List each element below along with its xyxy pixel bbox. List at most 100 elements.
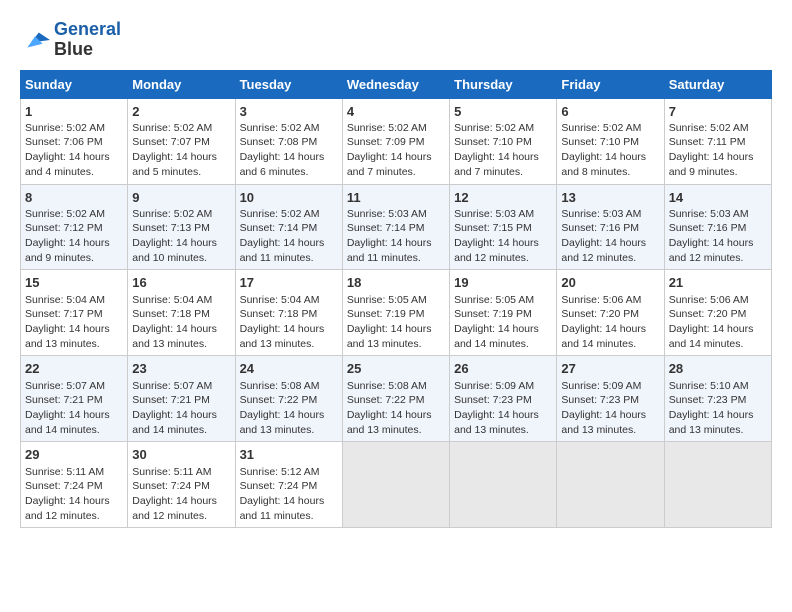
day-info: Sunrise: 5:02 AMSunset: 7:14 PMDaylight:… [240, 207, 338, 266]
week-row-5: 29Sunrise: 5:11 AMSunset: 7:24 PMDayligh… [21, 442, 772, 528]
day-info: Sunrise: 5:05 AMSunset: 7:19 PMDaylight:… [454, 293, 552, 352]
day-cell: 31Sunrise: 5:12 AMSunset: 7:24 PMDayligh… [235, 442, 342, 528]
day-number: 1 [25, 103, 123, 121]
day-info: Sunrise: 5:02 AMSunset: 7:07 PMDaylight:… [132, 121, 230, 180]
day-cell: 12Sunrise: 5:03 AMSunset: 7:15 PMDayligh… [450, 184, 557, 270]
logo-icon [20, 25, 50, 55]
day-info: Sunrise: 5:07 AMSunset: 7:21 PMDaylight:… [132, 379, 230, 438]
day-info: Sunrise: 5:02 AMSunset: 7:10 PMDaylight:… [561, 121, 659, 180]
header-cell-saturday: Saturday [664, 70, 771, 98]
day-number: 26 [454, 360, 552, 378]
day-cell: 17Sunrise: 5:04 AMSunset: 7:18 PMDayligh… [235, 270, 342, 356]
day-number: 3 [240, 103, 338, 121]
week-row-3: 15Sunrise: 5:04 AMSunset: 7:17 PMDayligh… [21, 270, 772, 356]
day-info: Sunrise: 5:02 AMSunset: 7:12 PMDaylight:… [25, 207, 123, 266]
calendar-table: SundayMondayTuesdayWednesdayThursdayFrid… [20, 70, 772, 529]
header-cell-monday: Monday [128, 70, 235, 98]
day-cell [557, 442, 664, 528]
day-cell: 18Sunrise: 5:05 AMSunset: 7:19 PMDayligh… [342, 270, 449, 356]
day-info: Sunrise: 5:06 AMSunset: 7:20 PMDaylight:… [669, 293, 767, 352]
day-cell: 27Sunrise: 5:09 AMSunset: 7:23 PMDayligh… [557, 356, 664, 442]
day-cell [664, 442, 771, 528]
day-info: Sunrise: 5:12 AMSunset: 7:24 PMDaylight:… [240, 465, 338, 524]
day-cell: 28Sunrise: 5:10 AMSunset: 7:23 PMDayligh… [664, 356, 771, 442]
day-cell: 29Sunrise: 5:11 AMSunset: 7:24 PMDayligh… [21, 442, 128, 528]
day-number: 31 [240, 446, 338, 464]
day-info: Sunrise: 5:08 AMSunset: 7:22 PMDaylight:… [347, 379, 445, 438]
day-info: Sunrise: 5:09 AMSunset: 7:23 PMDaylight:… [454, 379, 552, 438]
day-info: Sunrise: 5:11 AMSunset: 7:24 PMDaylight:… [132, 465, 230, 524]
header-cell-friday: Friday [557, 70, 664, 98]
day-cell: 3Sunrise: 5:02 AMSunset: 7:08 PMDaylight… [235, 98, 342, 184]
day-info: Sunrise: 5:02 AMSunset: 7:13 PMDaylight:… [132, 207, 230, 266]
day-cell: 30Sunrise: 5:11 AMSunset: 7:24 PMDayligh… [128, 442, 235, 528]
day-number: 24 [240, 360, 338, 378]
day-number: 27 [561, 360, 659, 378]
day-number: 25 [347, 360, 445, 378]
day-cell: 8Sunrise: 5:02 AMSunset: 7:12 PMDaylight… [21, 184, 128, 270]
calendar-body: 1Sunrise: 5:02 AMSunset: 7:06 PMDaylight… [21, 98, 772, 528]
day-number: 20 [561, 274, 659, 292]
day-info: Sunrise: 5:04 AMSunset: 7:18 PMDaylight:… [240, 293, 338, 352]
day-info: Sunrise: 5:06 AMSunset: 7:20 PMDaylight:… [561, 293, 659, 352]
day-info: Sunrise: 5:09 AMSunset: 7:23 PMDaylight:… [561, 379, 659, 438]
day-cell: 5Sunrise: 5:02 AMSunset: 7:10 PMDaylight… [450, 98, 557, 184]
day-number: 15 [25, 274, 123, 292]
day-cell: 2Sunrise: 5:02 AMSunset: 7:07 PMDaylight… [128, 98, 235, 184]
day-cell: 13Sunrise: 5:03 AMSunset: 7:16 PMDayligh… [557, 184, 664, 270]
day-number: 30 [132, 446, 230, 464]
day-number: 28 [669, 360, 767, 378]
day-cell: 19Sunrise: 5:05 AMSunset: 7:19 PMDayligh… [450, 270, 557, 356]
page-header: GeneralBlue [20, 20, 772, 60]
header-cell-tuesday: Tuesday [235, 70, 342, 98]
day-number: 10 [240, 189, 338, 207]
day-info: Sunrise: 5:02 AMSunset: 7:09 PMDaylight:… [347, 121, 445, 180]
day-cell: 26Sunrise: 5:09 AMSunset: 7:23 PMDayligh… [450, 356, 557, 442]
day-number: 23 [132, 360, 230, 378]
day-number: 2 [132, 103, 230, 121]
day-cell: 9Sunrise: 5:02 AMSunset: 7:13 PMDaylight… [128, 184, 235, 270]
day-cell: 23Sunrise: 5:07 AMSunset: 7:21 PMDayligh… [128, 356, 235, 442]
day-info: Sunrise: 5:11 AMSunset: 7:24 PMDaylight:… [25, 465, 123, 524]
day-number: 5 [454, 103, 552, 121]
day-info: Sunrise: 5:03 AMSunset: 7:16 PMDaylight:… [561, 207, 659, 266]
day-cell: 15Sunrise: 5:04 AMSunset: 7:17 PMDayligh… [21, 270, 128, 356]
day-number: 18 [347, 274, 445, 292]
day-number: 29 [25, 446, 123, 464]
header-cell-sunday: Sunday [21, 70, 128, 98]
day-cell: 21Sunrise: 5:06 AMSunset: 7:20 PMDayligh… [664, 270, 771, 356]
day-info: Sunrise: 5:02 AMSunset: 7:11 PMDaylight:… [669, 121, 767, 180]
day-number: 11 [347, 189, 445, 207]
day-number: 19 [454, 274, 552, 292]
day-info: Sunrise: 5:03 AMSunset: 7:15 PMDaylight:… [454, 207, 552, 266]
day-info: Sunrise: 5:04 AMSunset: 7:18 PMDaylight:… [132, 293, 230, 352]
day-number: 7 [669, 103, 767, 121]
day-info: Sunrise: 5:05 AMSunset: 7:19 PMDaylight:… [347, 293, 445, 352]
day-number: 21 [669, 274, 767, 292]
day-cell: 14Sunrise: 5:03 AMSunset: 7:16 PMDayligh… [664, 184, 771, 270]
day-number: 17 [240, 274, 338, 292]
day-number: 16 [132, 274, 230, 292]
day-cell: 6Sunrise: 5:02 AMSunset: 7:10 PMDaylight… [557, 98, 664, 184]
day-cell: 22Sunrise: 5:07 AMSunset: 7:21 PMDayligh… [21, 356, 128, 442]
day-number: 4 [347, 103, 445, 121]
day-cell [342, 442, 449, 528]
day-info: Sunrise: 5:08 AMSunset: 7:22 PMDaylight:… [240, 379, 338, 438]
day-cell: 4Sunrise: 5:02 AMSunset: 7:09 PMDaylight… [342, 98, 449, 184]
day-info: Sunrise: 5:10 AMSunset: 7:23 PMDaylight:… [669, 379, 767, 438]
day-cell: 20Sunrise: 5:06 AMSunset: 7:20 PMDayligh… [557, 270, 664, 356]
day-info: Sunrise: 5:02 AMSunset: 7:06 PMDaylight:… [25, 121, 123, 180]
day-number: 6 [561, 103, 659, 121]
header-cell-wednesday: Wednesday [342, 70, 449, 98]
day-number: 8 [25, 189, 123, 207]
logo-text: GeneralBlue [54, 20, 121, 60]
day-cell: 25Sunrise: 5:08 AMSunset: 7:22 PMDayligh… [342, 356, 449, 442]
header-row: SundayMondayTuesdayWednesdayThursdayFrid… [21, 70, 772, 98]
week-row-4: 22Sunrise: 5:07 AMSunset: 7:21 PMDayligh… [21, 356, 772, 442]
day-cell: 16Sunrise: 5:04 AMSunset: 7:18 PMDayligh… [128, 270, 235, 356]
day-info: Sunrise: 5:02 AMSunset: 7:08 PMDaylight:… [240, 121, 338, 180]
day-cell: 11Sunrise: 5:03 AMSunset: 7:14 PMDayligh… [342, 184, 449, 270]
day-number: 9 [132, 189, 230, 207]
day-number: 14 [669, 189, 767, 207]
day-number: 12 [454, 189, 552, 207]
